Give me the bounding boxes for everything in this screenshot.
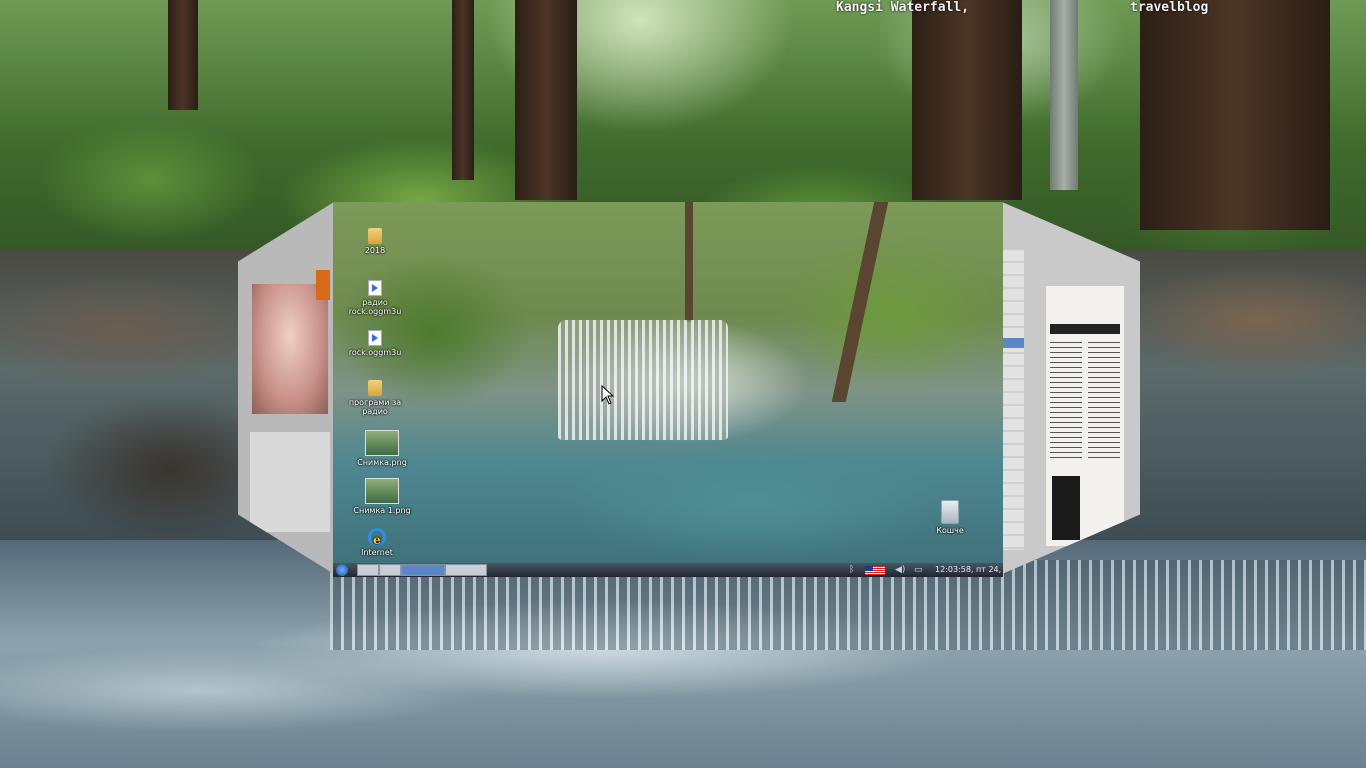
recycle-bin-icon — [941, 500, 959, 524]
keyboard-icon[interactable]: ▭ — [914, 565, 923, 575]
desktop-icon-internet[interactable]: e Internet — [345, 528, 409, 557]
cube-face-right[interactable] — [1002, 202, 1140, 574]
tree-trunk — [1140, 0, 1330, 230]
image-thumbnail-icon — [365, 478, 399, 504]
folder-icon — [368, 380, 382, 396]
app-logo — [316, 270, 330, 300]
bluetooth-icon[interactable]: ᛒ — [849, 565, 854, 575]
tree-trunk — [685, 202, 693, 322]
watermark-source: travelblog — [1130, 0, 1209, 15]
taskbar-button[interactable] — [445, 564, 487, 576]
pig-photo — [252, 284, 328, 414]
taskbar[interactable]: ᛒ ◀) ▭ 12:03:58, пт 24, 8 — [333, 563, 1003, 577]
internet-explorer-icon: e — [368, 528, 386, 547]
desktop-icon-snimka[interactable]: Снимка.png — [350, 430, 414, 467]
shortcut-icon — [368, 280, 382, 296]
cube-face-left[interactable] — [238, 202, 334, 574]
watermark-title: Kangsi Waterfall, — [836, 0, 970, 15]
shortcut-icon — [368, 330, 382, 346]
folder-icon — [368, 228, 382, 244]
tree-trunk — [1050, 0, 1078, 190]
newspaper-page — [1046, 286, 1124, 546]
tree-trunk — [168, 0, 198, 110]
newspaper-photo — [1052, 476, 1080, 540]
document-preview — [250, 432, 330, 532]
sidebar-selected-item[interactable] — [1002, 338, 1024, 348]
text-column — [1050, 342, 1082, 462]
system-clock[interactable]: 12:03:58, пт 24, 8 — [935, 565, 1003, 574]
waterfall — [558, 320, 728, 440]
taskbar-button-active[interactable] — [401, 564, 445, 576]
text-column — [1088, 342, 1120, 462]
tree-trunk — [515, 0, 577, 200]
taskbar-button-chrome[interactable] — [379, 564, 401, 576]
file-sidebar[interactable] — [1002, 250, 1024, 550]
tree-trunk — [831, 202, 889, 402]
volume-icon[interactable]: ◀) — [895, 565, 905, 575]
image-thumbnail-icon — [365, 430, 399, 456]
tree-trunk — [912, 0, 1022, 200]
desktop-icon-folder-2018[interactable]: 2018 — [343, 228, 407, 255]
newspaper-headline-band — [1050, 324, 1120, 334]
tree-trunk — [452, 0, 474, 180]
taskbar-button[interactable] — [357, 564, 379, 576]
cube-face-front-desktop[interactable]: 2018 радио rock.oggm3u rock.oggm3u прогр… — [333, 202, 1003, 577]
desktop-icon-radio-programs[interactable]: програми за радио — [343, 380, 407, 416]
desktop-icon-snimka-1[interactable]: Снимка 1.png — [350, 478, 414, 515]
desktop-icon-radio-rock[interactable]: радио rock.oggm3u — [343, 280, 407, 316]
start-button[interactable] — [336, 564, 348, 576]
desktop-icon-rock[interactable]: rock.oggm3u — [343, 330, 407, 357]
us-flag-icon[interactable] — [865, 566, 885, 575]
desktop-icon-recycle-bin[interactable]: Кошче — [918, 500, 982, 535]
mouse-cursor-icon — [601, 385, 615, 405]
